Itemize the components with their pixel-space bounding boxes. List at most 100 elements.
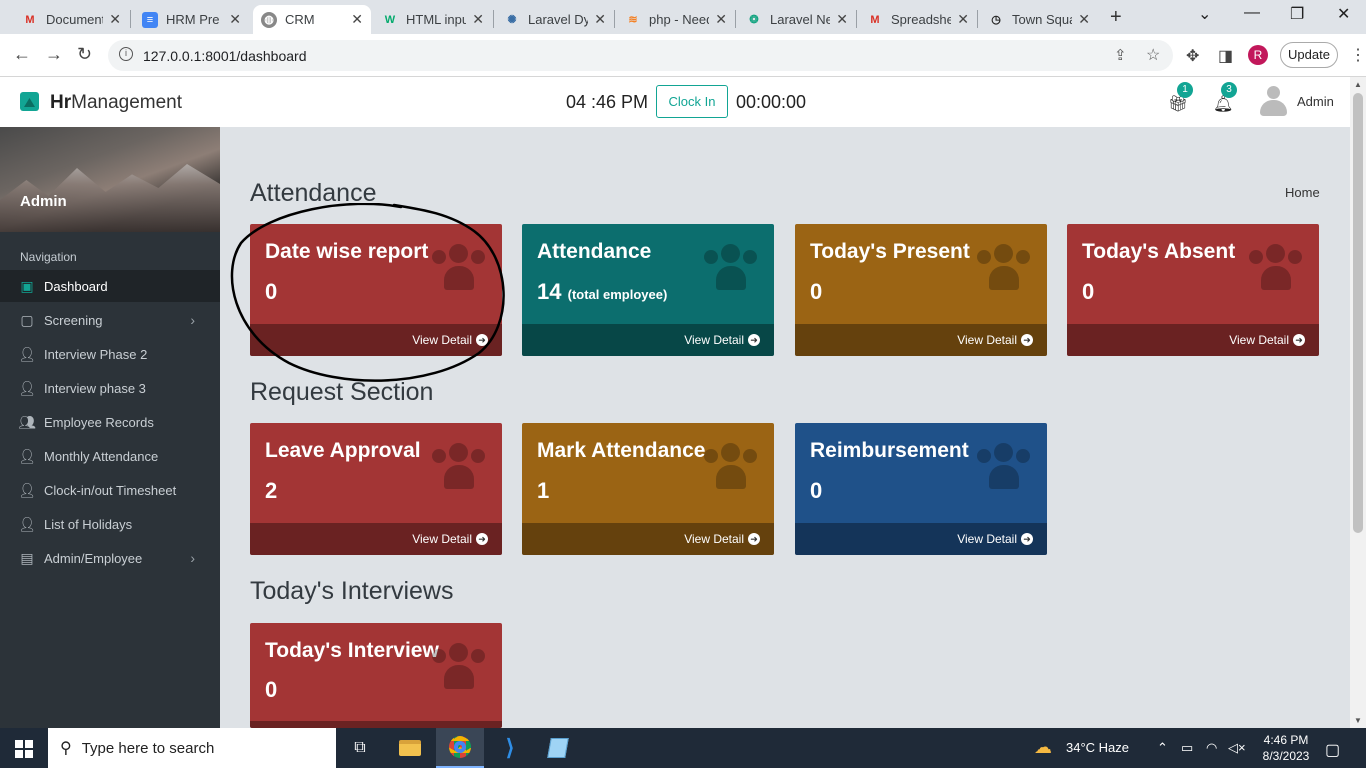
- card-value: 0: [1082, 279, 1095, 304]
- page-scrollbar[interactable]: ▲ ▼: [1350, 77, 1366, 728]
- card-mark-attendance[interactable]: Mark Attendance 1 View Detail ➜: [522, 423, 774, 555]
- reload-icon[interactable]: ↻: [77, 44, 92, 65]
- info-icon[interactable]: i: [119, 47, 133, 61]
- taskbar-clock[interactable]: 4:46 PM 8/3/2023: [1256, 732, 1316, 764]
- restore-icon[interactable]: ❐: [1290, 4, 1304, 24]
- breadcrumb-home[interactable]: Home: [1285, 185, 1320, 200]
- close-icon[interactable]: ✕: [472, 11, 484, 28]
- profile-avatar[interactable]: R: [1248, 45, 1268, 65]
- browser-tab[interactable]: ◷ Town Squa ✕: [980, 5, 1098, 34]
- notepad-icon[interactable]: [534, 728, 582, 768]
- scroll-up-icon[interactable]: ▲: [1354, 80, 1362, 89]
- sidebar-item-admin-employee[interactable]: ▤ Admin/Employee ›: [0, 542, 220, 574]
- sidebar-item-monthly-attendance[interactable]: 👤︎ Monthly Attendance: [0, 440, 220, 472]
- card-footer[interactable]: View Detail ➜: [522, 324, 774, 356]
- tray-chevron-icon[interactable]: ⌃: [1157, 740, 1168, 756]
- sidebar-item-dashboard[interactable]: ▣ Dashboard: [0, 270, 220, 302]
- browser-tab[interactable]: ✺ Laravel Dy ✕: [496, 5, 614, 34]
- weather-icon[interactable]: ☁: [1034, 737, 1052, 758]
- card-todays-interview[interactable]: Today's Interview 0: [250, 623, 502, 728]
- browser-tab[interactable]: W HTML input ✕: [374, 5, 492, 34]
- battery-icon[interactable]: ▭: [1181, 740, 1193, 756]
- browser-tab[interactable]: ≋ php - Need ✕: [617, 5, 735, 34]
- scroll-down-icon[interactable]: ▼: [1354, 716, 1362, 725]
- view-detail-link[interactable]: View Detail: [1229, 333, 1289, 347]
- user-name[interactable]: Admin: [1297, 94, 1334, 109]
- sidebar-item-screening[interactable]: ▢ Screening ›: [0, 304, 220, 336]
- dashboard-icon: ▣: [20, 277, 34, 294]
- share-icon[interactable]: ⇪: [1114, 46, 1127, 64]
- view-detail-link[interactable]: View Detail: [684, 532, 744, 546]
- sidebar-item-timesheet[interactable]: 👤︎ Clock-in/out Timesheet: [0, 474, 220, 506]
- card-footer[interactable]: View Detail ➜: [250, 324, 502, 356]
- card-value: 0: [265, 279, 278, 304]
- view-detail-link[interactable]: View Detail: [957, 333, 1017, 347]
- close-icon[interactable]: ✕: [957, 11, 969, 28]
- card-todays-absent[interactable]: Today's Absent 0 View Detail ➜: [1067, 224, 1319, 356]
- sidebar-item-interview-phase-3[interactable]: 👤︎ Interview phase 3: [0, 372, 220, 404]
- view-detail-link[interactable]: View Detail: [957, 532, 1017, 546]
- card-footer[interactable]: View Detail ➜: [522, 523, 774, 555]
- card-value: 0: [810, 279, 823, 304]
- card-footer[interactable]: View Detail ➜: [250, 523, 502, 555]
- card-footer[interactable]: View Detail ➜: [795, 523, 1047, 555]
- notifications-icon[interactable]: ▢: [1325, 740, 1340, 760]
- view-detail-link[interactable]: View Detail: [684, 333, 744, 347]
- clock-in-button[interactable]: Clock In: [656, 85, 728, 118]
- close-icon[interactable]: ✕: [594, 11, 606, 28]
- close-icon[interactable]: ✕: [351, 11, 363, 28]
- scroll-thumb[interactable]: [1353, 93, 1363, 533]
- volume-icon[interactable]: ◁×: [1228, 740, 1246, 756]
- minimize-icon[interactable]: —: [1244, 4, 1260, 22]
- card-title: Reimbursement: [810, 439, 969, 462]
- card-reimbursement[interactable]: Reimbursement 0 View Detail ➜: [795, 423, 1047, 555]
- file-explorer-icon[interactable]: [386, 728, 434, 768]
- card-footer[interactable]: [250, 721, 502, 728]
- more-menu-icon[interactable]: ⋮: [1350, 45, 1366, 65]
- close-icon[interactable]: ✕: [229, 11, 241, 28]
- close-icon[interactable]: ✕: [836, 11, 848, 28]
- user-avatar[interactable]: [1260, 86, 1287, 116]
- card-footer[interactable]: View Detail ➜: [795, 324, 1047, 356]
- address-bar[interactable]: i 127.0.0.1:8001/dashboard ⇪ ☆: [108, 40, 1173, 71]
- card-leave-approval[interactable]: Leave Approval 2 View Detail ➜: [250, 423, 502, 555]
- windows-start-icon[interactable]: [15, 740, 33, 758]
- browser-tab[interactable]: ❂ Laravel Ne ✕: [738, 5, 856, 34]
- card-todays-present[interactable]: Today's Present 0 View Detail ➜: [795, 224, 1047, 356]
- browser-tab-active[interactable]: ◍ CRM ✕: [253, 5, 371, 34]
- close-icon[interactable]: ✕: [1078, 11, 1090, 28]
- card-attendance[interactable]: Attendance 14 (total employee) View Deta…: [522, 224, 774, 356]
- close-icon[interactable]: ✕: [109, 11, 121, 28]
- bookmark-star-icon[interactable]: ☆: [1146, 45, 1160, 65]
- globe-icon: ◍: [261, 11, 277, 28]
- tab-search-chevron-icon[interactable]: ⌄: [1198, 4, 1211, 24]
- back-arrow-icon[interactable]: ←: [13, 44, 31, 65]
- view-detail-link[interactable]: View Detail: [412, 333, 472, 347]
- close-icon[interactable]: ✕: [715, 11, 727, 28]
- sidebar: Admin Navigation ▣ Dashboard ▢ Screening ›…: [0, 127, 220, 728]
- sidebar-item-employee-records[interactable]: 👥︎ Employee Records: [0, 406, 220, 438]
- browser-tab[interactable]: ≡ HRM Pre D✕: [134, 5, 249, 34]
- sidebar-item-interview-phase-2[interactable]: 👤︎ Interview Phase 2: [0, 338, 220, 370]
- search-placeholder[interactable]: Type here to search: [82, 740, 215, 757]
- sidebar-item-holidays[interactable]: 👤︎ List of Holidays: [0, 508, 220, 540]
- view-detail-link[interactable]: View Detail: [412, 532, 472, 546]
- browser-tab[interactable]: M Spreadshe ✕: [859, 5, 977, 34]
- browser-tab[interactable]: M Documents✕: [14, 5, 129, 34]
- vscode-icon[interactable]: ⟩: [486, 728, 534, 768]
- window-close-icon[interactable]: ✕: [1337, 4, 1350, 24]
- new-tab-plus-icon[interactable]: +: [1110, 6, 1122, 29]
- forward-arrow-icon[interactable]: →: [45, 44, 63, 65]
- chrome-icon[interactable]: [436, 728, 484, 768]
- card-date-wise-report[interactable]: Date wise report 0 View Detail ➜: [250, 224, 502, 356]
- taskbar-search-box[interactable]: ⚲ Type here to search: [48, 728, 336, 768]
- weather-text[interactable]: 34°C Haze: [1066, 740, 1129, 755]
- extensions-puzzle-icon[interactable]: ✥: [1186, 46, 1199, 66]
- card-footer[interactable]: View Detail ➜: [1067, 324, 1319, 356]
- task-view-icon[interactable]: ⧉: [336, 728, 384, 768]
- wifi-icon[interactable]: ◠: [1206, 740, 1217, 756]
- side-panel-icon[interactable]: ◨: [1218, 46, 1233, 66]
- url-text[interactable]: 127.0.0.1:8001/dashboard: [143, 48, 306, 64]
- update-button[interactable]: Update: [1280, 42, 1338, 68]
- brand-logo[interactable]: HrManagement: [50, 92, 182, 114]
